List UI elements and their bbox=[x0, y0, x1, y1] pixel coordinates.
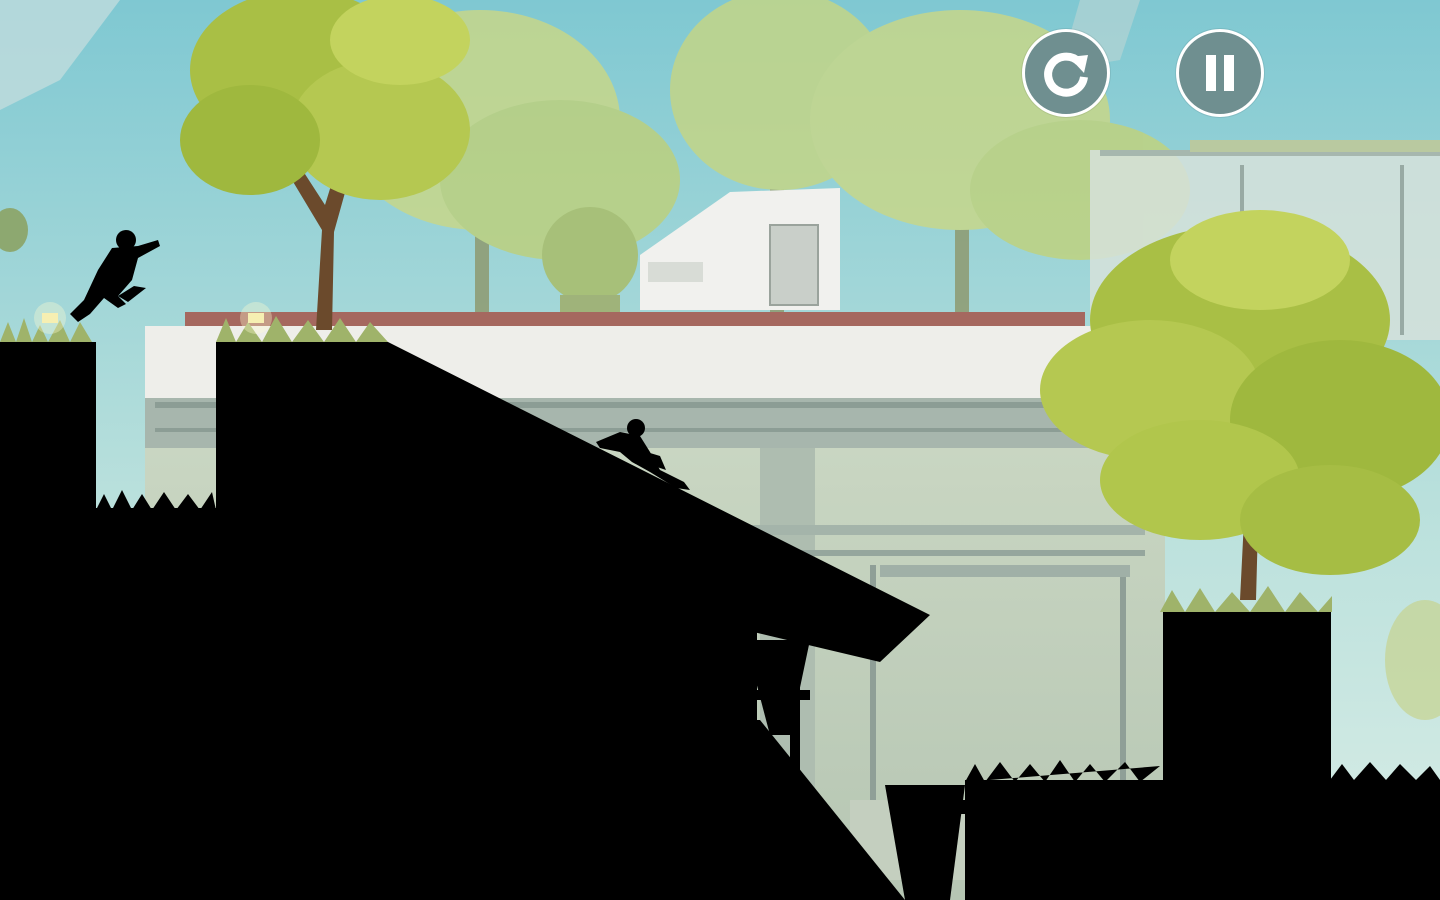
game-scene bbox=[0, 0, 1440, 900]
restart-button[interactable] bbox=[1022, 29, 1110, 117]
game-viewport[interactable] bbox=[0, 0, 1440, 900]
ledge-lamp bbox=[34, 302, 66, 334]
ledge-lamp bbox=[240, 302, 272, 334]
restart-icon bbox=[1044, 52, 1088, 97]
pause-icon bbox=[1206, 55, 1234, 91]
pause-button[interactable] bbox=[1176, 29, 1264, 117]
